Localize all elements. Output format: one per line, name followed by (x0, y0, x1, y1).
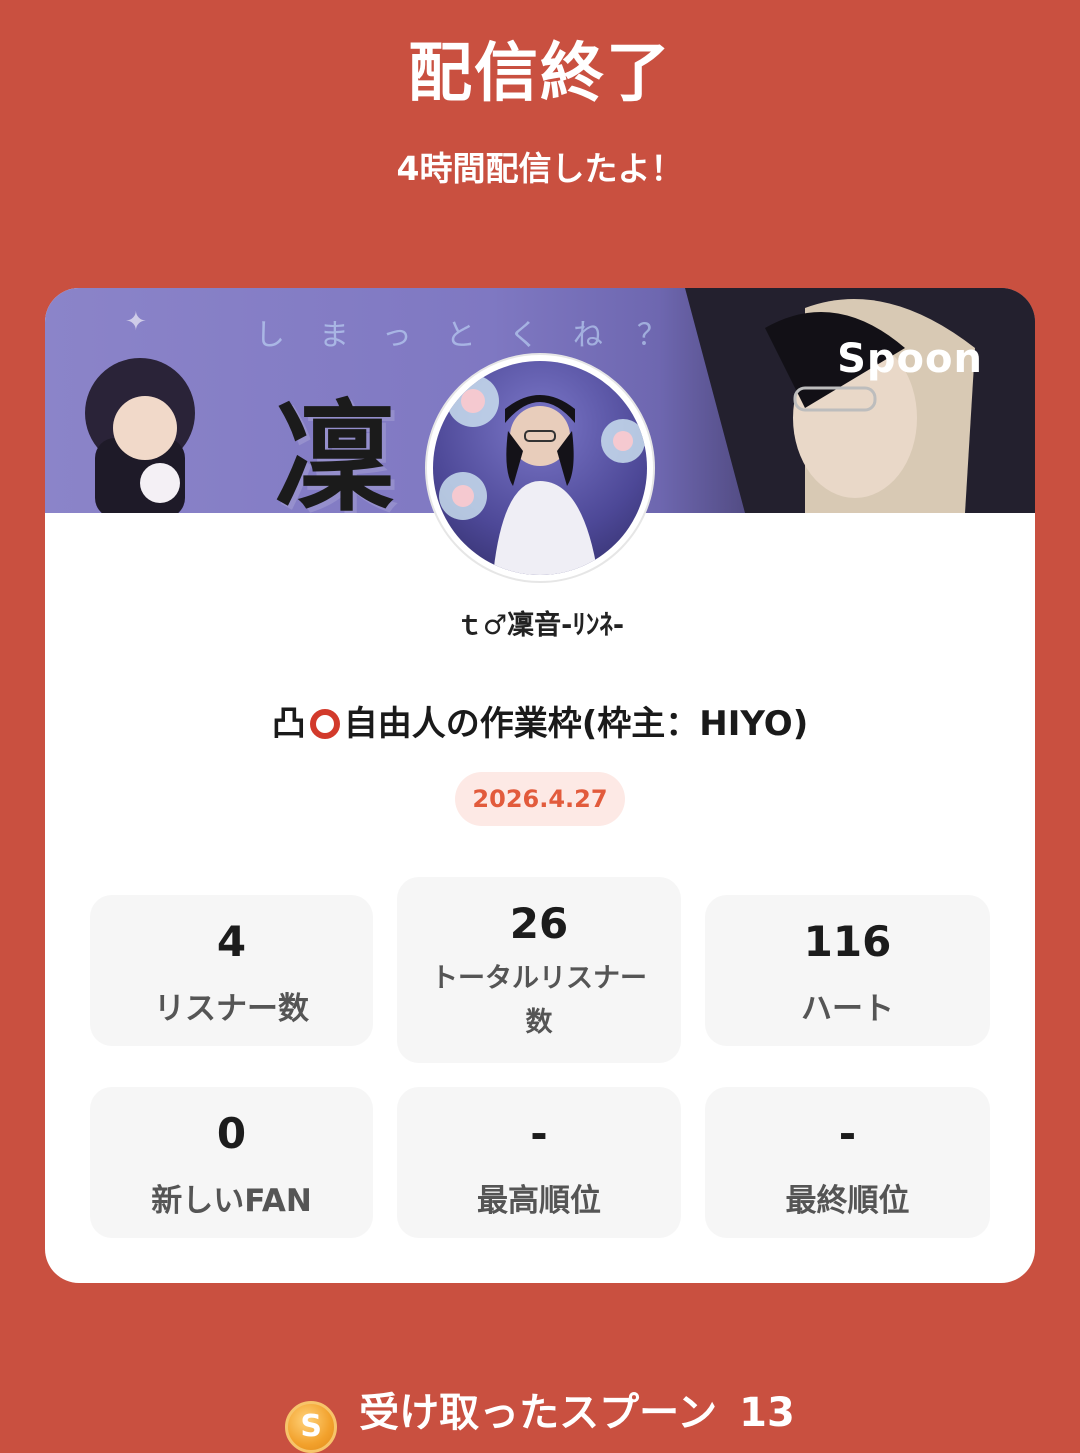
stat-label: 最終順位 (785, 1183, 910, 1219)
date-badge: 2026.4.27 (455, 772, 625, 826)
stat-best-rank: - 最高順位 (397, 1087, 681, 1238)
live-title-prefix: 凸 (271, 704, 306, 744)
stat-value: 26 (509, 899, 569, 948)
stat-value: 4 (216, 917, 247, 966)
live-title: 凸自由人の作業枠(枠主：HIYO) (45, 696, 1035, 745)
username: ｔ♂凜音-ﾘﾝﾈ- (455, 610, 625, 641)
live-title-main: 自由人の作業枠(枠主：HIYO) (343, 704, 809, 744)
spoons-received-count: 13 (739, 1390, 795, 1436)
avatar-image (433, 361, 647, 575)
stat-hearts: 116 ハート (705, 895, 990, 1046)
record-circle-icon (309, 709, 340, 739)
stat-label: 新しいFAN (151, 1183, 312, 1219)
banner-kanji: 凜 (275, 387, 395, 513)
stat-final-rank: - 最終順位 (705, 1087, 990, 1238)
banner-overlay-text: しまっとくね？ (255, 318, 701, 353)
stat-value: - (838, 1109, 857, 1158)
stat-new-fans: 0 新しいFAN (90, 1087, 373, 1238)
spoon-coin-icon: S (285, 1401, 338, 1453)
spoons-received: S 受け取ったスプーン 13 (0, 1380, 1080, 1453)
spoon-logo: Spoon (837, 336, 983, 382)
stat-value: 0 (216, 1109, 247, 1158)
page-subtitle: 4時間配信したよ！ (396, 149, 684, 188)
stat-label: ハート (801, 991, 894, 1027)
stat-total-listeners: 26 トータルリスナー数 (397, 877, 681, 1063)
stat-listeners: 4 リスナー数 (90, 895, 373, 1046)
avatar[interactable] (425, 353, 655, 583)
stat-value: - (530, 1109, 548, 1158)
stat-value: 116 (803, 917, 892, 966)
page-title: 配信終了 (408, 37, 672, 111)
spoons-received-label: 受け取ったスプーン (359, 1390, 718, 1436)
stat-label: トータルリスナー数 (431, 963, 647, 1038)
svg-text:✦: ✦ (125, 307, 147, 337)
stat-label: リスナー数 (154, 991, 309, 1027)
stat-label: 最高順位 (477, 1183, 601, 1219)
live-summary-card: ✦ しまっとくね？ 凜 Spoon ｔ♂凜音-ﾘﾝﾈ- 凸自由人の作業枠(枠主：… (45, 288, 1035, 1283)
avatar-artwork (439, 375, 645, 575)
